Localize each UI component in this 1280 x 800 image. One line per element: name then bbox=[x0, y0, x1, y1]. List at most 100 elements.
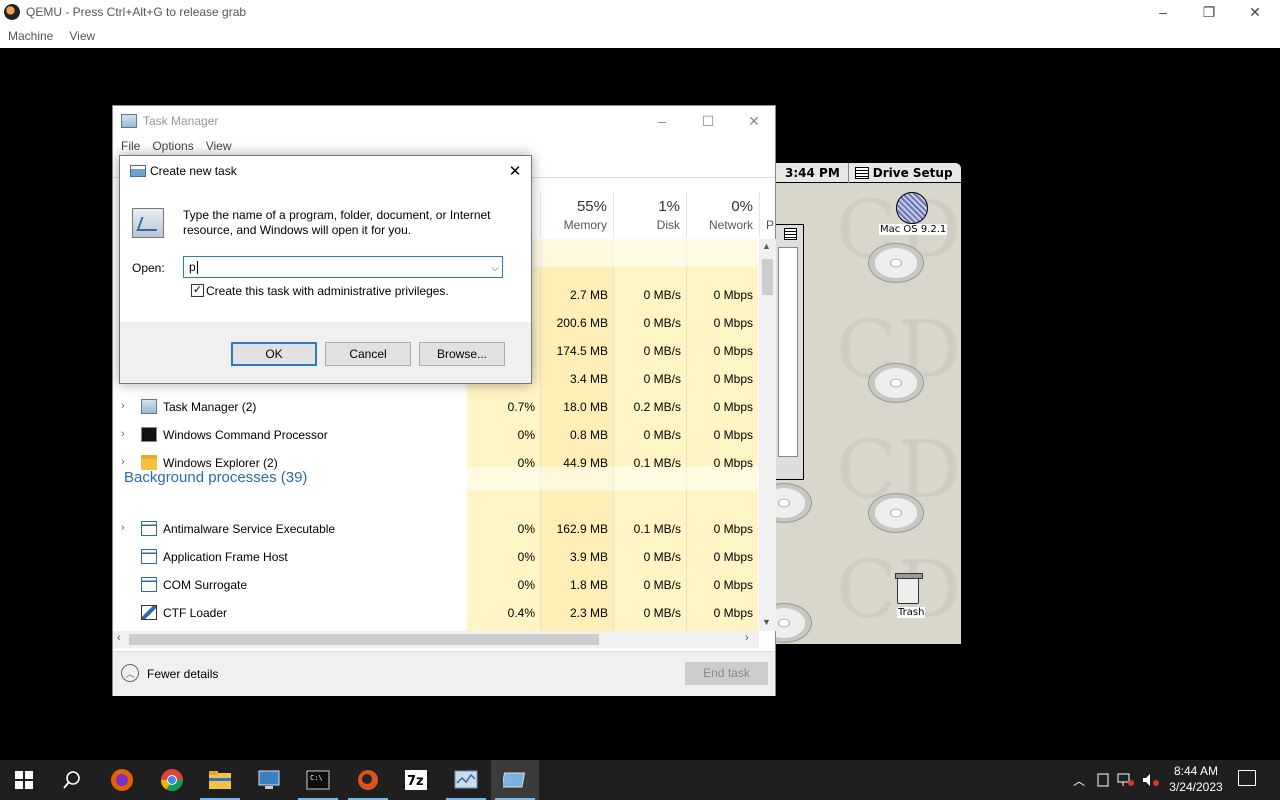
cell-cpu: 0% bbox=[517, 456, 535, 470]
taskbar-firefox[interactable] bbox=[98, 760, 146, 800]
qemu-logo-icon bbox=[4, 4, 20, 20]
expand-chevron-icon[interactable]: › bbox=[121, 456, 125, 468]
cell-disk: 0 MB/s bbox=[643, 316, 681, 330]
notification-center-icon[interactable] bbox=[1238, 770, 1256, 786]
scroll-thumb[interactable] bbox=[129, 634, 599, 645]
menu-view[interactable]: View bbox=[206, 139, 232, 153]
vertical-scrollbar[interactable]: ▲ ▼ bbox=[759, 239, 776, 631]
tm-close-button[interactable]: ✕ bbox=[731, 106, 777, 136]
scroll-right-icon[interactable]: › bbox=[745, 632, 749, 644]
tm-minimize-button[interactable]: – bbox=[639, 106, 685, 136]
power-percent bbox=[766, 198, 775, 215]
expand-chevron-icon[interactable]: › bbox=[121, 522, 125, 534]
cell-disk: 0.1 MB/s bbox=[633, 456, 681, 470]
cell-cpu: 0.7% bbox=[507, 400, 535, 414]
open-input-value[interactable]: p bbox=[189, 260, 196, 274]
hard-disk-icon[interactable] bbox=[896, 192, 928, 224]
menu-machine[interactable]: Machine bbox=[8, 29, 53, 43]
memory-percent: 55% bbox=[576, 198, 607, 215]
cell-disk: 0.1 MB/s bbox=[633, 522, 681, 536]
table-row[interactable]: › Task Manager (2) 0.7% 18.0 MB 0.2 MB/s 0 Mb… bbox=[113, 393, 758, 421]
scroll-thumb[interactable] bbox=[762, 259, 773, 295]
column-disk[interactable]: 1% Disk bbox=[613, 192, 686, 238]
pen-icon bbox=[141, 605, 157, 620]
table-row[interactable]: › Windows Explorer (2) 0% 44.9 MB 0.1 MB/s 0 … bbox=[113, 449, 758, 477]
start-button[interactable] bbox=[0, 760, 48, 800]
qemu-window-title: QEMU - Press Ctrl+Alt+G to release grab bbox=[26, 5, 247, 19]
cell-cpu: 0% bbox=[517, 522, 535, 536]
chevron-down-icon[interactable]: ⌵ bbox=[491, 259, 499, 279]
end-task-button[interactable]: End task bbox=[685, 662, 768, 685]
admin-checkbox[interactable]: ✓ bbox=[191, 284, 204, 297]
qemu-restore-button[interactable]: ❐ bbox=[1186, 0, 1232, 24]
cell-network: 0 Mbps bbox=[713, 372, 753, 386]
table-row[interactable]: › Antimalware Service Executable 0% 162.9 M… bbox=[113, 515, 758, 543]
cell-network: 0 Mbps bbox=[713, 288, 753, 302]
scroll-left-icon[interactable]: ‹ bbox=[117, 632, 121, 644]
network-label: Network bbox=[708, 218, 753, 232]
system-clock[interactable]: 8:44 AM 3/24/2023 bbox=[1164, 763, 1228, 795]
show-hidden-icons-button[interactable]: ︿ bbox=[1068, 760, 1090, 800]
ok-button[interactable]: OK bbox=[231, 342, 317, 366]
cell-cpu: 0% bbox=[517, 428, 535, 442]
cancel-button[interactable]: Cancel bbox=[325, 342, 411, 366]
column-memory[interactable]: 55% Memory bbox=[540, 192, 613, 238]
tray-device[interactable] bbox=[1092, 760, 1114, 800]
process-name: Task Manager (2) bbox=[163, 400, 257, 414]
admin-checkbox-label[interactable]: Create this task with administrative pri… bbox=[206, 284, 449, 298]
table-row[interactable]: Application Frame Host 0% 3.9 MB 0 MB/s 0 Mb… bbox=[113, 543, 758, 571]
zoom-box-icon[interactable] bbox=[784, 228, 797, 240]
taskbar-terminal[interactable]: C:\ bbox=[294, 760, 342, 800]
horizontal-scrollbar[interactable]: ‹ › bbox=[113, 631, 759, 648]
scroll-up-icon[interactable]: ▲ bbox=[762, 241, 771, 251]
volume-muted-icon bbox=[1143, 774, 1159, 786]
tray-network[interactable] bbox=[1115, 760, 1137, 800]
expand-chevron-icon[interactable]: › bbox=[121, 428, 125, 440]
trash-icon[interactable] bbox=[895, 573, 923, 604]
search-icon bbox=[63, 771, 80, 789]
cell-network: 0 Mbps bbox=[713, 428, 753, 442]
cell-cpu: 0.4% bbox=[507, 606, 535, 620]
network-percent: 0% bbox=[731, 198, 753, 215]
run-dialog-icon bbox=[503, 772, 526, 788]
table-row[interactable]: CTF Loader 0.4% 2.3 MB 0 MB/s 0 Mbps bbox=[113, 599, 758, 627]
close-icon[interactable]: ✕ bbox=[499, 156, 531, 186]
mac-app-name: Drive Setup bbox=[872, 165, 953, 180]
taskbar-run-dialog[interactable] bbox=[491, 760, 539, 800]
cell-memory: 0.8 MB bbox=[569, 428, 608, 442]
taskbar-7zip[interactable]: 7z bbox=[392, 760, 440, 800]
taskbar-remote-desktop[interactable] bbox=[245, 760, 293, 800]
chevron-up-icon[interactable]: ︿ bbox=[121, 664, 139, 682]
cell-disk: 0 MB/s bbox=[643, 288, 681, 302]
search-button[interactable] bbox=[48, 760, 96, 800]
cmd-icon bbox=[141, 427, 157, 442]
taskbar-qemu[interactable] bbox=[344, 760, 392, 800]
service-icon bbox=[141, 521, 157, 536]
tm-maximize-button[interactable]: ☐ bbox=[685, 106, 731, 136]
tray-volume[interactable] bbox=[1140, 760, 1162, 800]
mac-finder-window[interactable] bbox=[776, 224, 804, 480]
qemu-close-button[interactable]: ✕ bbox=[1232, 0, 1278, 24]
expand-chevron-icon[interactable]: › bbox=[121, 400, 125, 412]
open-combobox[interactable]: p ⌵ bbox=[183, 256, 503, 278]
cell-network: 0 Mbps bbox=[713, 606, 753, 620]
menu-options[interactable]: Options bbox=[152, 139, 193, 153]
scroll-down-icon[interactable]: ▼ bbox=[762, 617, 771, 627]
column-network[interactable]: 0% Network bbox=[686, 192, 759, 238]
fewer-details-link[interactable]: Fewer details bbox=[147, 667, 218, 681]
taskbar-chrome[interactable] bbox=[148, 760, 196, 800]
qemu-minimize-button[interactable]: – bbox=[1140, 0, 1186, 24]
table-row[interactable]: COM Surrogate 0% 1.8 MB 0 MB/s 0 Mbps bbox=[113, 571, 758, 599]
task-manager-footer: ︿ Fewer details End task bbox=[113, 651, 775, 696]
column-power[interactable]: P bbox=[759, 192, 775, 238]
table-row[interactable]: › Windows Command Processor 0% 0.8 MB 0 MB/s… bbox=[113, 421, 758, 449]
taskbar-file-explorer[interactable] bbox=[196, 760, 244, 800]
qemu-icon bbox=[358, 770, 378, 790]
browse-button[interactable]: Browse... bbox=[419, 342, 505, 366]
cd-icon bbox=[868, 363, 924, 403]
task-manager-title: Task Manager bbox=[143, 114, 219, 128]
menu-file[interactable]: File bbox=[121, 139, 140, 153]
mac-app-menu[interactable]: Drive Setup bbox=[854, 165, 953, 180]
taskbar-task-manager[interactable] bbox=[442, 760, 490, 800]
menu-view[interactable]: View bbox=[69, 29, 95, 43]
